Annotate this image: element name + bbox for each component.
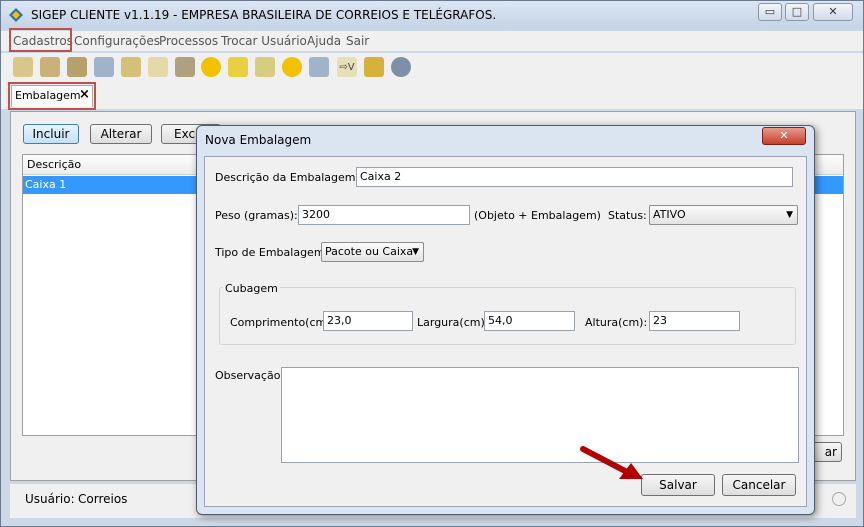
- nova-embalagem-dialog: Nova Embalagem ✕ Descrição da Embalagem:…: [196, 125, 815, 515]
- tab-highlight-box: [8, 82, 96, 110]
- peso-label: Peso (gramas):: [215, 209, 298, 222]
- toolbar-icon-9[interactable]: [228, 57, 248, 77]
- dialog-close-button[interactable]: ✕: [762, 127, 806, 145]
- dialog-title: Nova Embalagem: [205, 133, 312, 147]
- toolbar-icon-10[interactable]: [255, 57, 275, 77]
- toolbar-icon-6[interactable]: [148, 57, 168, 77]
- incluir-button[interactable]: Incluir: [23, 124, 79, 144]
- maximize-button[interactable]: □: [785, 3, 809, 21]
- row-descricao: Caixa 1: [25, 178, 67, 191]
- altura-label: Altura(cm):: [585, 316, 648, 329]
- cadastros-highlight-box: [9, 28, 72, 52]
- menu-ajuda[interactable]: Ajuda: [307, 34, 341, 48]
- toolbar-icon-5[interactable]: [121, 57, 141, 77]
- chevron-down-icon: ▼: [412, 247, 419, 257]
- status-label: Status:: [608, 209, 647, 222]
- toolbar-icon-13[interactable]: ⇨V: [337, 57, 357, 77]
- tipo-select[interactable]: Pacote ou Caixa ▼: [321, 242, 424, 262]
- toolbar-icon-12[interactable]: [309, 57, 329, 77]
- window-title: SIGEP CLIENTE v1.1.19 - EMPRESA BRASILEI…: [31, 8, 497, 22]
- menu-trocar-usuario[interactable]: Trocar Usuário: [221, 34, 307, 48]
- toolbar-icon-11[interactable]: [282, 57, 302, 77]
- toolbar-icon-3[interactable]: [67, 57, 87, 77]
- minimize-button[interactable]: ▭: [758, 3, 782, 21]
- toolbar-icon-8[interactable]: [201, 57, 221, 77]
- close-button[interactable]: ✕: [813, 3, 853, 21]
- descricao-input[interactable]: Caixa 2: [356, 167, 793, 187]
- salvar-button[interactable]: Salvar: [641, 474, 715, 496]
- toolbar: ⇨V: [1, 53, 863, 81]
- chevron-down-icon: ▼: [786, 210, 793, 220]
- column-header-descricao[interactable]: Descrição: [27, 158, 81, 171]
- alterar-button[interactable]: Alterar: [90, 124, 152, 144]
- toolbar-icon-7[interactable]: [175, 57, 195, 77]
- user-label: Usuário:: [25, 492, 75, 506]
- observacao-label: Observação:: [215, 369, 285, 382]
- pointer-arrow-icon: [580, 446, 643, 479]
- comprimento-label: Comprimento(cm):: [230, 316, 335, 329]
- toolbar-icon-2[interactable]: [40, 57, 60, 77]
- cancelar-button[interactable]: Cancelar: [722, 474, 796, 496]
- status-select-value: ATIVO: [653, 208, 686, 221]
- peso-hint: (Objeto + Embalagem): [474, 209, 601, 222]
- menu-configuracoes[interactable]: Configurações: [74, 34, 160, 48]
- cubagem-label: Cubagem: [223, 282, 280, 295]
- comprimento-input[interactable]: 23,0: [323, 311, 413, 331]
- tipo-select-value: Pacote ou Caixa: [325, 245, 414, 258]
- toolbar-icon-14[interactable]: [364, 57, 384, 77]
- dialog-body: Descrição da Embalagem: Caixa 2 Peso (gr…: [204, 156, 807, 507]
- toolbar-icon-1[interactable]: [13, 57, 33, 77]
- tab-bar: Embalagem ×: [1, 81, 863, 110]
- toolbar-icon-15[interactable]: [391, 57, 411, 77]
- observacao-textarea[interactable]: [281, 367, 799, 463]
- status-select[interactable]: ATIVO ▼: [649, 205, 798, 225]
- user-value: Correios: [78, 492, 128, 506]
- largura-input[interactable]: 54,0: [484, 311, 575, 331]
- title-bar: SIGEP CLIENTE v1.1.19 - EMPRESA BRASILEI…: [1, 1, 863, 29]
- largura-label: Largura(cm):: [417, 316, 489, 329]
- tipo-label: Tipo de Embalagem:: [215, 246, 329, 259]
- altura-input[interactable]: 23: [649, 311, 740, 331]
- menu-sair[interactable]: Sair: [346, 34, 369, 48]
- menu-processos[interactable]: Processos: [159, 34, 218, 48]
- menu-bar: Cadastros Configurações Processos Trocar…: [1, 28, 863, 52]
- toolbar-icon-4[interactable]: [94, 57, 114, 77]
- status-indicator-icon: [832, 492, 846, 506]
- descricao-label: Descrição da Embalagem:: [215, 171, 360, 184]
- peso-input[interactable]: 3200: [298, 205, 470, 225]
- app-logo-icon: [9, 8, 23, 22]
